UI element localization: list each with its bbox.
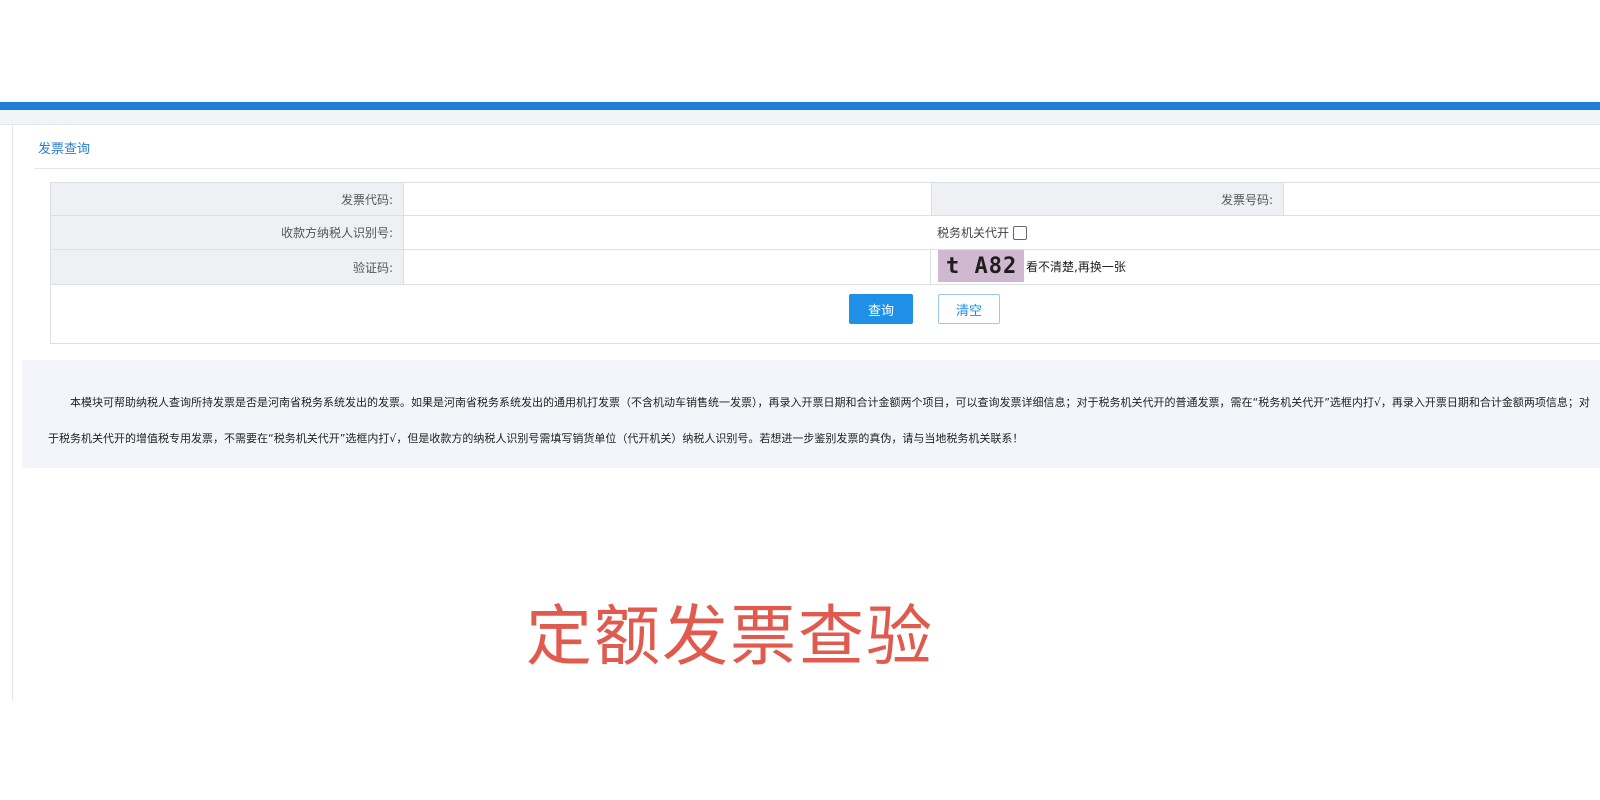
top-strip <box>0 110 1600 125</box>
invoice-code-label: 发票代码: <box>51 183 403 215</box>
help-note-text: 本模块可帮助纳税人查询所持发票是否是河南省税务系统发出的发票。如果是河南省税务系… <box>48 396 1590 445</box>
captcha-label: 验证码: <box>51 250 403 284</box>
overlay-title: 定额发票查验 <box>526 598 934 675</box>
payee-tax-id-label: 收款方纳税人识别号: <box>51 216 403 249</box>
tax-agency-issued-checkbox[interactable] <box>1013 225 1028 240</box>
invoice-code-input[interactable] <box>404 183 931 215</box>
query-form: 发票代码: 发票号码: 收款方纳税人识别号: 税务机关代开 验证码: <box>50 182 1600 344</box>
breadcrumb-divider <box>34 168 1600 169</box>
payee-tax-id-input[interactable] <box>404 216 931 249</box>
invoice-number-label: 发票号码: <box>931 183 1283 215</box>
invoice-code-cell <box>403 183 931 215</box>
payee-tax-id-cell <box>403 216 931 249</box>
tax-agency-issued-wrap: 税务机关代开 <box>937 216 1028 249</box>
captcha-input[interactable] <box>404 250 930 284</box>
invoice-number-cell <box>1283 183 1600 215</box>
clear-button[interactable]: 清空 <box>938 294 1000 324</box>
left-rail <box>12 124 13 700</box>
form-row-codes: 发票代码: 发票号码: <box>51 183 1600 216</box>
top-accent-bar <box>0 102 1600 110</box>
captcha-image[interactable]: t A82 <box>938 250 1024 282</box>
query-button[interactable]: 查询 <box>849 294 913 324</box>
tax-agency-issued-label: 税务机关代开 <box>937 226 1010 240</box>
form-row-captcha: 验证码: <box>51 250 1600 285</box>
invoice-number-input[interactable] <box>1284 183 1600 215</box>
form-row-taxid: 收款方纳税人识别号: 税务机关代开 <box>51 216 1600 250</box>
breadcrumb[interactable]: 发票查询 <box>38 138 90 157</box>
captcha-cell <box>403 250 931 284</box>
captcha-refresh-link[interactable]: 看不清楚,再换一张 <box>1026 258 1126 275</box>
